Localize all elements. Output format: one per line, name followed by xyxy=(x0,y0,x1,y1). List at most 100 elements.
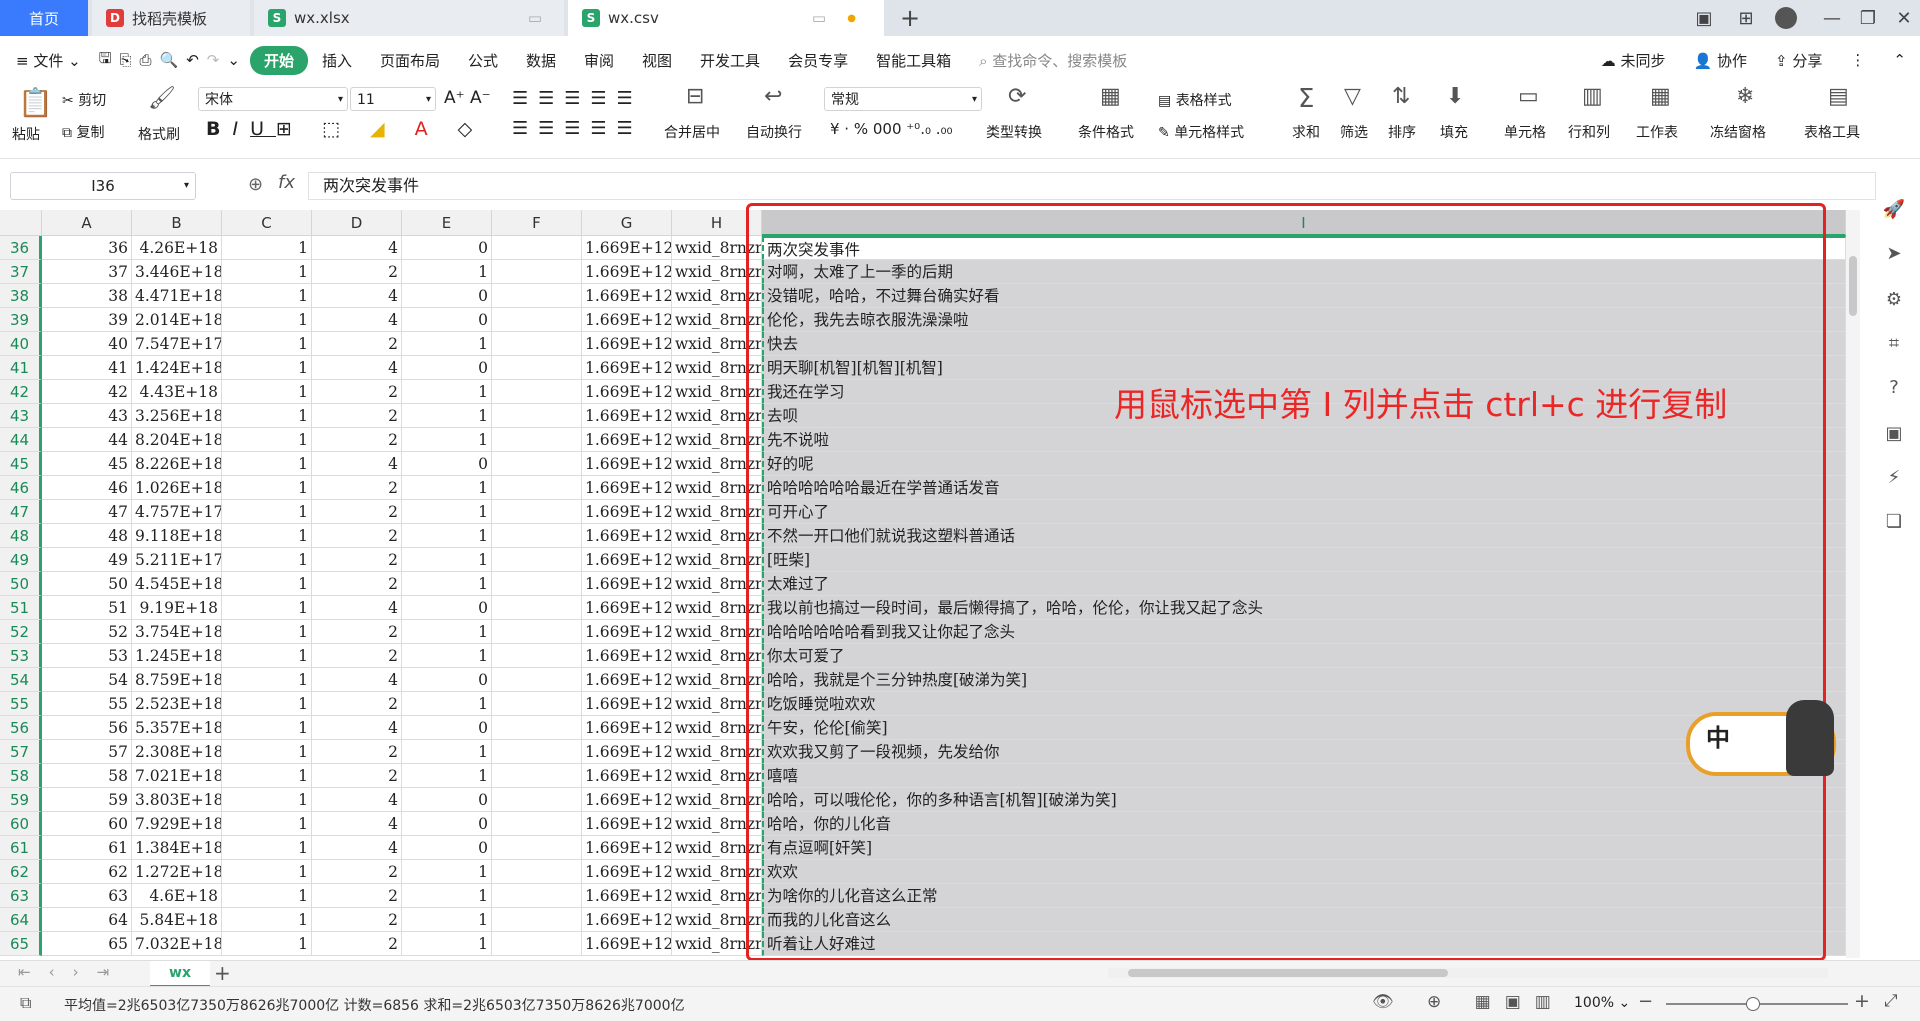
number-format-select[interactable]: 常规 ▾ xyxy=(824,87,982,111)
vertical-scrollbar[interactable] xyxy=(1846,210,1860,958)
minimize-button[interactable]: — xyxy=(1812,0,1852,36)
rocket-icon[interactable]: 🚀 xyxy=(1880,196,1908,224)
cell-h[interactable]: wxid_8rnzn xyxy=(672,692,762,716)
cell-f[interactable] xyxy=(492,860,582,884)
row-header[interactable]: 59 xyxy=(0,788,42,812)
sync-status[interactable]: ☁ 未同步 xyxy=(1587,50,1680,71)
cell-h[interactable]: wxid_8rnzn xyxy=(672,836,762,860)
cell-b[interactable]: 1.424E+18 xyxy=(132,356,222,380)
cell-h[interactable]: wxid_8rnzn xyxy=(672,668,762,692)
cell-b[interactable]: 9.19E+18 xyxy=(132,596,222,620)
cell-b[interactable]: 1.384E+18 xyxy=(132,836,222,860)
row-header[interactable]: 57 xyxy=(0,740,42,764)
cell-c[interactable]: 1 xyxy=(222,668,312,692)
cell-e[interactable]: 1 xyxy=(402,692,492,716)
cell-g[interactable]: 1.669E+12 xyxy=(582,692,672,716)
cell-b[interactable]: 4.43E+18 xyxy=(132,380,222,404)
cell-button[interactable]: 单元格 xyxy=(1504,122,1546,142)
cell-f[interactable] xyxy=(492,452,582,476)
cell-g[interactable]: 1.669E+12 xyxy=(582,428,672,452)
cell-e[interactable]: 0 xyxy=(402,284,492,308)
cell-g[interactable]: 1.669E+12 xyxy=(582,644,672,668)
cell-f[interactable] xyxy=(492,524,582,548)
column-header-f[interactable]: F xyxy=(492,210,582,236)
row-header[interactable]: 65 xyxy=(0,932,42,956)
zoom-out-button[interactable]: − xyxy=(1638,991,1653,1012)
row-header[interactable]: 56 xyxy=(0,716,42,740)
cell-a[interactable]: 40 xyxy=(42,332,132,356)
cell-e[interactable]: 1 xyxy=(402,548,492,572)
cell-i[interactable]: 有点逗啊[奸笑] xyxy=(762,836,1846,860)
row-header[interactable]: 43 xyxy=(0,404,42,428)
cell-a[interactable]: 61 xyxy=(42,836,132,860)
cell-a[interactable]: 65 xyxy=(42,932,132,956)
image-icon[interactable]: ▣ xyxy=(1880,420,1908,448)
row-header[interactable]: 49 xyxy=(0,548,42,572)
cell-b[interactable]: 2.308E+18 xyxy=(132,740,222,764)
cell-d[interactable]: 4 xyxy=(312,836,402,860)
cell-g[interactable]: 1.669E+12 xyxy=(582,812,672,836)
cell-e[interactable]: 1 xyxy=(402,908,492,932)
cell-f[interactable] xyxy=(492,716,582,740)
row-header[interactable]: 47 xyxy=(0,500,42,524)
view-mode-icons[interactable]: 👁 ⊕ ▦▣▥ xyxy=(1372,992,1565,1012)
cell-b[interactable]: 7.547E+17 xyxy=(132,332,222,356)
cell-i[interactable]: 明天聊[机智][机智][机智] xyxy=(762,356,1846,380)
cell-e[interactable]: 1 xyxy=(402,428,492,452)
cell-h[interactable]: wxid_8rnzn xyxy=(672,236,762,260)
row-header[interactable]: 52 xyxy=(0,620,42,644)
tab-csv[interactable]: S wx.csv ▭ ● xyxy=(568,0,884,36)
cell-c[interactable]: 1 xyxy=(222,452,312,476)
font-name-select[interactable]: 宋体 ▾ xyxy=(198,87,348,111)
crop-icon[interactable]: ⌗ xyxy=(1880,330,1908,358)
cell-f[interactable] xyxy=(492,236,582,260)
cell-f[interactable] xyxy=(492,500,582,524)
cell-g[interactable]: 1.669E+12 xyxy=(582,740,672,764)
cell-e[interactable]: 1 xyxy=(402,380,492,404)
cell-a[interactable]: 46 xyxy=(42,476,132,500)
cell-h[interactable]: wxid_8rnzn xyxy=(672,572,762,596)
cell-h[interactable]: wxid_8rnzn xyxy=(672,812,762,836)
freeze-icon[interactable]: ❄ xyxy=(1736,84,1754,109)
cell-h[interactable]: wxid_8rnzn xyxy=(672,716,762,740)
cell-f[interactable] xyxy=(492,764,582,788)
cell-h[interactable]: wxid_8rnzn xyxy=(672,260,762,284)
tab-xlsx[interactable]: S wx.xlsx ▭ xyxy=(254,0,564,36)
cell-h[interactable]: wxid_8rnzn xyxy=(672,908,762,932)
cell-d[interactable]: 2 xyxy=(312,908,402,932)
cell-c[interactable]: 1 xyxy=(222,692,312,716)
cell-a[interactable]: 49 xyxy=(42,548,132,572)
cell-b[interactable]: 2.523E+18 xyxy=(132,692,222,716)
cell-f[interactable] xyxy=(492,284,582,308)
fx-icon[interactable]: fx xyxy=(278,172,295,193)
cell-d[interactable]: 2 xyxy=(312,524,402,548)
cell-c[interactable]: 1 xyxy=(222,380,312,404)
cell-b[interactable]: 4.6E+18 xyxy=(132,884,222,908)
menu-page-layout[interactable]: 页面布局 xyxy=(366,50,454,71)
cell-e[interactable]: 0 xyxy=(402,236,492,260)
cell-d[interactable]: 2 xyxy=(312,860,402,884)
redo-icon[interactable]: ↷ xyxy=(203,51,224,69)
cell-i[interactable]: 欢欢 xyxy=(762,860,1846,884)
vertical-align-icons[interactable]: ☰☰☰☰☰ xyxy=(512,88,643,109)
row-header[interactable]: 36 xyxy=(0,236,42,260)
cell-d[interactable]: 2 xyxy=(312,548,402,572)
row-header[interactable]: 50 xyxy=(0,572,42,596)
cell-h[interactable]: wxid_8rnzn xyxy=(672,452,762,476)
cell-h[interactable]: wxid_8rnzn xyxy=(672,764,762,788)
new-tab-button[interactable]: + xyxy=(890,0,930,36)
cell-b[interactable]: 5.357E+18 xyxy=(132,716,222,740)
cell-e[interactable]: 0 xyxy=(402,836,492,860)
cell-i[interactable]: 没错呢，哈哈，不过舞台确实好看 xyxy=(762,284,1846,308)
cell-b[interactable]: 1.245E+18 xyxy=(132,644,222,668)
cell-c[interactable]: 1 xyxy=(222,404,312,428)
menu-view[interactable]: 视图 xyxy=(628,50,686,71)
cell-g[interactable]: 1.669E+12 xyxy=(582,908,672,932)
cell-a[interactable]: 45 xyxy=(42,452,132,476)
ime-mascot-sticker[interactable]: 中 xyxy=(1686,700,1846,780)
cell-d[interactable]: 2 xyxy=(312,332,402,356)
cell-g[interactable]: 1.669E+12 xyxy=(582,572,672,596)
cell-h[interactable]: wxid_8rnzn xyxy=(672,524,762,548)
table-style-button[interactable]: ▤ 表格样式 xyxy=(1158,90,1232,110)
column-header-d[interactable]: D xyxy=(312,210,402,236)
